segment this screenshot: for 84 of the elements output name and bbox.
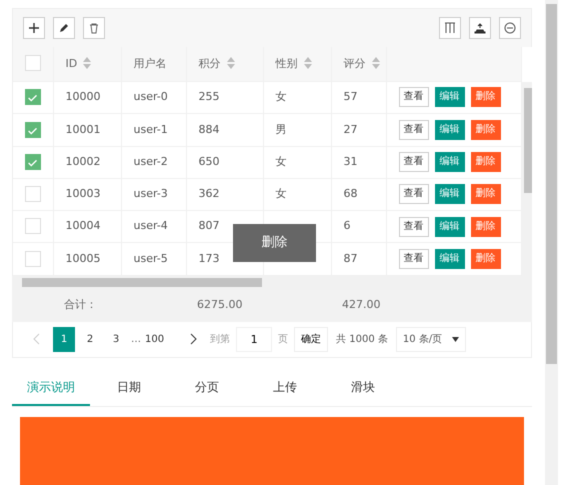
delete-button[interactable] bbox=[83, 17, 105, 39]
total-label: 合计： bbox=[64, 297, 98, 314]
table-cell: 255 bbox=[198, 90, 220, 104]
chevron-right-icon bbox=[190, 333, 197, 345]
table-cell: 807 bbox=[198, 219, 220, 232]
table-cell: 884 bbox=[198, 122, 220, 136]
view-button[interactable]: 查看 bbox=[398, 184, 428, 204]
table-cell: user-4 bbox=[134, 219, 168, 232]
view-button[interactable]: 查看 bbox=[398, 248, 428, 269]
columns-icon bbox=[444, 22, 456, 34]
plus-icon bbox=[28, 22, 40, 34]
table-cell: 10003 bbox=[66, 187, 100, 200]
row-checkbox[interactable] bbox=[25, 89, 41, 106]
edit-button[interactable]: 编辑 bbox=[434, 184, 464, 204]
table-cell: 男 bbox=[276, 122, 286, 136]
table-cell: 10002 bbox=[66, 154, 100, 168]
row-checkbox[interactable] bbox=[25, 122, 41, 138]
horizontal-scrollbar[interactable] bbox=[12, 276, 532, 290]
print-icon bbox=[504, 22, 516, 34]
tab[interactable]: 分页 bbox=[168, 372, 246, 406]
page-ellipsis: … bbox=[131, 332, 141, 346]
table-cell: user-1 bbox=[134, 122, 168, 136]
confirm-button[interactable]: 确定 bbox=[294, 326, 328, 352]
total-count: 共 1000 条 bbox=[336, 332, 388, 346]
tooltip: 删除 bbox=[233, 224, 316, 262]
total-cell-text: 6275.00 bbox=[197, 297, 244, 314]
total-cell-text: 427.00 bbox=[342, 297, 382, 314]
table-cell: user-5 bbox=[134, 252, 168, 265]
column-header: ID bbox=[66, 56, 78, 70]
tab[interactable]: 演示说明 bbox=[12, 372, 90, 406]
page-size-select[interactable]: 10 条/页 bbox=[396, 326, 466, 352]
column-header: 性别 bbox=[276, 56, 298, 70]
table-cell: 6 bbox=[344, 219, 350, 232]
table-cell: 57 bbox=[344, 90, 358, 104]
select-all-checkbox[interactable] bbox=[25, 55, 41, 72]
page-button[interactable]: 1 bbox=[53, 326, 75, 352]
table-cell: 173 bbox=[198, 252, 220, 265]
add-button[interactable] bbox=[23, 17, 45, 39]
columns-button[interactable] bbox=[439, 17, 461, 39]
column-header: 积分 bbox=[198, 56, 220, 70]
edit-button[interactable]: 编辑 bbox=[434, 87, 464, 108]
column-header: 用户名 bbox=[134, 56, 166, 70]
pencil-icon bbox=[58, 22, 70, 34]
table-cell: 女 bbox=[276, 187, 286, 200]
column-header: 评分 bbox=[344, 56, 366, 70]
edit-button[interactable] bbox=[53, 17, 75, 39]
table-cell: 女 bbox=[276, 90, 286, 104]
page-number-field[interactable]: 1 bbox=[236, 326, 272, 352]
tab[interactable]: 日期 bbox=[90, 372, 168, 406]
table-cell: 女 bbox=[276, 154, 286, 168]
table-cell: 68 bbox=[344, 187, 358, 200]
trash-icon bbox=[88, 22, 100, 34]
view-button[interactable]: 查看 bbox=[398, 152, 428, 172]
edit-button[interactable]: 编辑 bbox=[434, 152, 464, 172]
edit-button[interactable]: 编辑 bbox=[434, 248, 464, 269]
caret-icon bbox=[452, 336, 460, 342]
export-icon bbox=[474, 22, 486, 34]
table-cell: 362 bbox=[198, 187, 220, 200]
row-checkbox[interactable] bbox=[25, 154, 41, 170]
table-cell: 31 bbox=[344, 154, 358, 168]
table-cell: 10004 bbox=[66, 219, 100, 232]
view-button[interactable]: 查看 bbox=[398, 120, 428, 140]
table-scrollbar[interactable] bbox=[522, 82, 532, 276]
chevron-left-icon bbox=[32, 333, 40, 345]
tab[interactable]: 滑块 bbox=[324, 372, 402, 406]
table-cell: user-3 bbox=[134, 187, 168, 200]
view-button[interactable]: 查看 bbox=[398, 87, 428, 108]
print-button[interactable] bbox=[499, 17, 521, 39]
export-button[interactable] bbox=[469, 17, 491, 39]
table-cell: 10001 bbox=[66, 122, 100, 136]
table-cell: 650 bbox=[198, 154, 220, 168]
table-cell: 10000 bbox=[66, 90, 100, 104]
goto-label: 到第 bbox=[209, 332, 232, 346]
view-button[interactable]: 查看 bbox=[398, 216, 428, 237]
page-unit-label: 页 bbox=[277, 332, 290, 346]
table-cell: 87 bbox=[344, 252, 358, 265]
table-cell: user-0 bbox=[134, 90, 168, 104]
edit-button[interactable]: 编辑 bbox=[434, 120, 464, 140]
table-cell: 27 bbox=[344, 122, 358, 136]
tab[interactable]: 上传 bbox=[246, 372, 324, 406]
page-scrollbar[interactable] bbox=[545, 0, 558, 485]
edit-button[interactable]: 编辑 bbox=[434, 216, 464, 237]
table-cell: user-2 bbox=[134, 154, 168, 168]
table-cell: 10005 bbox=[66, 252, 100, 265]
